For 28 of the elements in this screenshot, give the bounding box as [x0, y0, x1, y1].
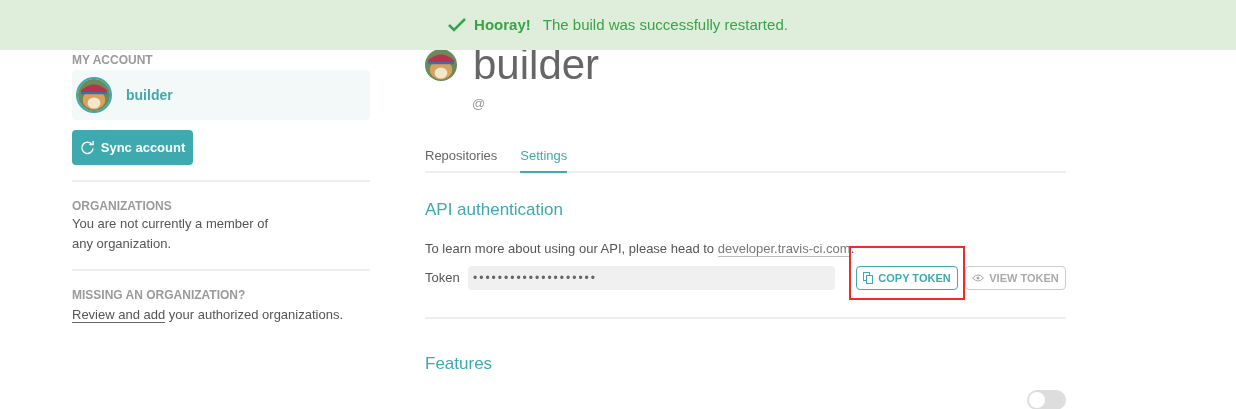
section-title: Features — [425, 353, 493, 375]
api-info-text: To learn more about using our API, please head to developer.travis-ci.com. — [425, 240, 856, 258]
profile-handle: @ — [472, 95, 486, 113]
sync-account-button[interactable]: Sync account — [72, 130, 193, 165]
banner-title: Hooray! — [474, 14, 531, 35]
token-label: Token — [425, 269, 461, 288]
section-heading: MISSING AN ORGANIZATION? — [72, 287, 247, 303]
developer-link[interactable]: developer.travis-ci.com — [717, 241, 851, 257]
banner-message: The build was successfully restarted. — [542, 14, 788, 35]
eye-icon — [972, 274, 985, 282]
copy-icon — [863, 272, 874, 284]
info-text: any organization. — [72, 235, 172, 253]
copy-token-button[interactable]: COPY TOKEN — [856, 266, 958, 290]
tab[interactable]: Repositories — [425, 141, 498, 173]
section-title: API authentication — [425, 198, 563, 221]
refresh-icon — [79, 140, 95, 155]
feature-toggle[interactable] — [1027, 389, 1066, 409]
tab[interactable]: Settings — [520, 141, 568, 173]
section-heading: MY ACCOUNT — [72, 52, 154, 68]
section-heading: ORGANIZATIONS — [72, 198, 173, 214]
account-item[interactable]: builder — [72, 70, 370, 120]
profile-name: builder — [473, 45, 600, 85]
info-text: You are not currently a member of — [72, 215, 270, 233]
view-token-button[interactable]: VIEW TOKEN — [965, 266, 1066, 290]
review-link[interactable]: Review and add — [72, 307, 166, 323]
info-text: Review and add your authorized organizations. — [72, 306, 344, 325]
token-field[interactable]: •••••••••••••••••••• — [468, 266, 835, 290]
check-icon — [448, 18, 467, 32]
